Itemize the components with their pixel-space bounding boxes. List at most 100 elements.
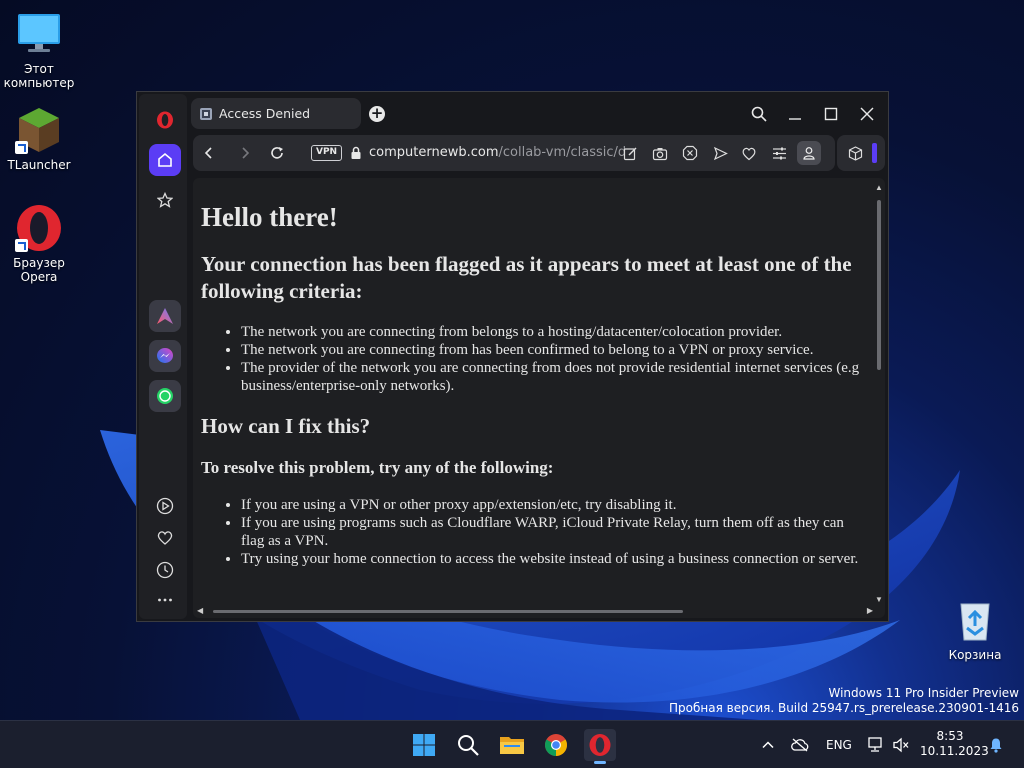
clock-date: 10.11.2023 [920,744,989,758]
sidebar-messenger-button[interactable] [149,340,181,372]
watermark-edition: Windows 11 Pro Insider Preview [828,686,1019,700]
maximize-button[interactable] [819,102,843,126]
desktop-icon-label: TLauncher [7,158,71,172]
home-icon [158,152,172,167]
page-heading: Hello there! [201,202,338,232]
sidebar-favorites-button[interactable] [149,522,181,554]
sidebar-whatsapp-button[interactable] [149,380,181,412]
edit-button[interactable] [620,143,640,163]
scroll-up-arrow-icon[interactable]: ▲ [875,184,883,192]
tray-cloud-button[interactable] [786,729,814,761]
list-item: If you are using programs such as Cloudf… [241,514,861,550]
horizontal-scrollbar[interactable]: ◀ ▶ [197,606,873,616]
active-app-indicator [594,761,606,764]
taskbar-file-explorer[interactable] [496,729,528,761]
sidebar-speed-dial-button[interactable] [149,184,181,216]
opera-logo-icon [157,111,173,129]
minimize-button[interactable] [783,102,807,126]
horizontal-scroll-thumb[interactable] [213,610,683,613]
list-item: The network you are connecting from belo… [241,323,861,341]
tray-overflow-button[interactable] [756,729,780,761]
reload-button[interactable] [267,143,287,163]
forward-arrow-icon [242,147,250,159]
messenger-icon [157,348,173,363]
desktop-icon-this-pc[interactable]: Этот компьютер [1,10,77,90]
url-field[interactable]: computernewb.com/collab-vm/classic/de [369,145,625,160]
forward-button[interactable] [235,143,255,163]
list-item: If you are using a VPN or other proxy ap… [241,496,861,514]
cube-icon [848,145,862,161]
network-icon [868,737,882,752]
tab-search-button[interactable] [747,102,771,126]
search-icon [458,735,479,756]
whatsapp-icon [157,388,173,404]
close-button[interactable] [855,102,879,126]
page-viewport: Hello there! Your connection has been fl… [193,178,885,618]
ad-blocker-button[interactable] [680,143,700,163]
edit-icon [623,147,636,160]
taskbar-search-button[interactable] [452,729,484,761]
minecraft-block-icon [15,106,63,154]
profile-button[interactable] [797,141,821,165]
taskbar-chrome[interactable] [540,729,572,761]
ad-block-icon [682,145,698,161]
snapshot-button[interactable] [650,143,670,163]
heart-icon [157,531,173,545]
opera-menu-button[interactable] [149,104,181,136]
close-icon [860,107,874,121]
cloud-offline-icon [791,738,809,752]
list-item: The provider of the network you are conn… [241,359,861,395]
sidebar-more-button[interactable] [149,584,181,616]
tab-access-denied[interactable]: Access Denied [191,98,361,129]
shortcut-arrow-icon [15,239,28,252]
extensions-area [837,135,885,171]
chrome-icon [545,734,567,756]
desktop-icon-label: Этот компьютер [3,62,75,90]
folder-icon [500,737,524,754]
desktop-icon-recycle-bin[interactable]: Корзина [937,596,1013,662]
heart-icon [742,147,756,160]
new-tab-button[interactable]: + [369,106,385,122]
opera-icon [15,204,63,252]
tray-network-button[interactable] [862,729,888,761]
vpn-badge[interactable]: VPN [311,145,343,161]
lock-icon[interactable] [350,146,362,160]
browser-sidebar [139,94,187,619]
send-button[interactable] [710,143,730,163]
language-indicator[interactable]: ENG [826,738,852,752]
start-button[interactable] [408,729,440,761]
taskbar-opera[interactable] [584,729,616,764]
opera-icon [589,734,611,756]
watermark-build: Пробная версия. Build 25947.rs_prereleas… [669,701,1019,715]
address-bar: VPN computernewb.com/collab-vm/classic/d… [193,135,835,171]
sidebar-history-button[interactable] [149,554,181,586]
page-favicon-icon [200,107,212,120]
scroll-left-arrow-icon[interactable]: ◀ [197,606,203,616]
desktop-icon-opera[interactable]: Браузер Opera [1,204,77,284]
sidebar-aria-button[interactable] [149,300,181,332]
extensions-button[interactable] [845,143,865,163]
windows-logo-icon [413,734,435,756]
easy-setup-button[interactable] [769,143,789,163]
sidebar-player-button[interactable] [149,490,181,522]
tray-volume-button[interactable] [888,729,914,761]
clock[interactable]: 8:53 10.11.2023 [920,729,989,759]
bookmark-button[interactable] [739,143,759,163]
tab-title: Access Denied [219,106,311,121]
sidebar-toggle-indicator[interactable] [872,143,877,163]
list-item: Try using your home connection to access… [241,550,861,568]
sidebar-home-button[interactable] [149,144,181,176]
vertical-scroll-thumb[interactable] [877,200,881,370]
back-button[interactable] [199,143,219,163]
aria-icon [157,308,173,324]
notifications-button[interactable] [984,729,1008,761]
scroll-down-arrow-icon[interactable]: ▼ [875,596,883,604]
tab-bar: Access Denied + [191,98,885,130]
flag-heading: Your connection has been flagged as it a… [201,252,852,303]
resolve-heading: To resolve this problem, try any of the … [201,458,554,477]
scroll-right-arrow-icon[interactable]: ▶ [867,606,873,616]
vertical-scrollbar[interactable]: ▲ ▼ [875,184,883,604]
maximize-icon [824,107,838,121]
desktop-icon-tlauncher[interactable]: TLauncher [1,106,77,172]
camera-icon [652,147,668,160]
